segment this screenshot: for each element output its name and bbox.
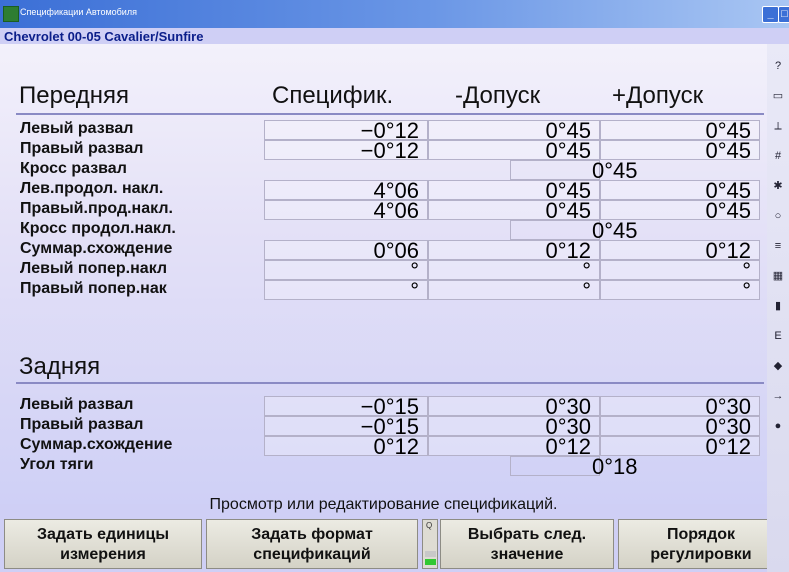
front-plus-tol-value[interactable]: 0°45 bbox=[600, 120, 760, 142]
vehicle-title: Chevrolet 00-05 Cavalier/Sunfire bbox=[4, 29, 204, 44]
front-row-label: Правый развал bbox=[20, 140, 144, 157]
flag-icon[interactable]: ▮ bbox=[769, 294, 787, 318]
rear-row-label: Угол тяги bbox=[20, 456, 94, 473]
spec-value-icon[interactable]: # bbox=[769, 144, 787, 168]
range-icon[interactable]: ≡ bbox=[769, 234, 787, 258]
rear-spec-value[interactable]: 0°12 bbox=[264, 436, 428, 458]
set-spec-format-line2: спецификаций bbox=[253, 546, 371, 563]
front-spec-value[interactable]: ° bbox=[264, 260, 428, 282]
measure-icon[interactable]: ⟂ bbox=[769, 114, 787, 138]
front-plus-tol-value[interactable]: 0°12 bbox=[600, 240, 760, 262]
rear-plus-tol-value[interactable]: 0°30 bbox=[600, 396, 760, 418]
rear-row-label: Правый развал bbox=[20, 416, 144, 433]
rear-plus-tol-value[interactable]: 0°30 bbox=[600, 416, 760, 438]
calendar-icon[interactable]: ▦ bbox=[769, 264, 787, 288]
front-minus-tol-value[interactable]: 0°12 bbox=[428, 240, 600, 262]
select-next-line1: Выбрать след. bbox=[467, 526, 587, 543]
front-row-label: Суммар.схождение bbox=[20, 240, 173, 257]
front-spec-value[interactable]: 4°06 bbox=[264, 200, 428, 222]
progress-label: Q bbox=[426, 521, 433, 530]
window-title: Спецификации Автомобиля bbox=[20, 7, 137, 17]
front-row-label: Лев.продол. накл. bbox=[20, 180, 164, 197]
front-spec-value[interactable]: 4°06 bbox=[264, 180, 428, 202]
adjustment-order-line2: регулировки bbox=[650, 546, 752, 563]
rear-minus-tol-value[interactable]: 0°30 bbox=[428, 416, 600, 438]
front-minus-tol-value[interactable]: 0°45 bbox=[428, 140, 600, 162]
col-plus-tol-header: +Допуск bbox=[612, 82, 704, 109]
right-toolbar: ? ▭ ⟂ # ✱ ○ ≡ ▦ ▮ E ◆ → ● bbox=[767, 44, 789, 572]
wrench-icon[interactable]: ✱ bbox=[769, 174, 787, 198]
front-plus-tol-value[interactable]: 0°45 bbox=[600, 200, 760, 222]
front-spec-value[interactable]: 0°06 bbox=[264, 240, 428, 262]
window-titlebar: Спецификации Автомобиля _ □ bbox=[0, 0, 789, 28]
quality-progress-indicator: Q bbox=[422, 519, 438, 569]
e-icon[interactable]: E bbox=[769, 324, 787, 348]
front-minus-tol-value[interactable]: ° bbox=[428, 280, 600, 302]
adjustment-order-line1: Порядок bbox=[666, 526, 736, 543]
front-minus-tol-value[interactable]: 0°45 bbox=[428, 120, 600, 142]
front-plus-tol-value[interactable]: ° bbox=[600, 260, 760, 282]
rear-divider bbox=[16, 382, 764, 384]
select-next-line2: значение bbox=[490, 546, 564, 563]
front-row-label: Правый попер.нак bbox=[20, 280, 167, 297]
col-minus-tol-header: -Допуск bbox=[455, 82, 541, 109]
app-icon bbox=[3, 6, 19, 22]
front-spec-value[interactable]: ° bbox=[264, 280, 428, 302]
monitor-icon[interactable]: ▭ bbox=[769, 84, 787, 108]
set-units-line1: Задать единицы bbox=[37, 526, 169, 543]
set-units-button[interactable]: Задать единицы измерения bbox=[4, 519, 202, 569]
front-row-label: Левый попер.накл bbox=[20, 260, 168, 277]
export-icon[interactable]: → bbox=[769, 384, 787, 408]
rear-spec-value[interactable]: −0°15 bbox=[264, 416, 428, 438]
car-icon[interactable]: ◆ bbox=[769, 354, 787, 378]
rear-cross-value[interactable]: 0°18 bbox=[592, 454, 638, 480]
front-plus-tol-value[interactable]: ° bbox=[600, 280, 760, 302]
rear-minus-tol-value[interactable]: 0°12 bbox=[428, 436, 600, 458]
rear-minus-tol-value[interactable]: 0°30 bbox=[428, 396, 600, 418]
col-spec-header: Специфик. bbox=[272, 82, 394, 109]
wheel-icon[interactable]: ○ bbox=[769, 204, 787, 228]
adjustment-order-button[interactable]: Порядок регулировки bbox=[618, 519, 784, 569]
maximize-button[interactable]: □ bbox=[778, 6, 789, 23]
select-next-value-button[interactable]: Выбрать след. значение bbox=[440, 519, 614, 569]
status-message: Просмотр или редактирование спецификаций… bbox=[209, 496, 558, 513]
front-minus-tol-value[interactable]: ° bbox=[428, 260, 600, 282]
front-minus-tol-value[interactable]: 0°45 bbox=[428, 200, 600, 222]
rear-plus-tol-value[interactable]: 0°12 bbox=[600, 436, 760, 458]
globe-icon[interactable]: ● bbox=[769, 414, 787, 438]
set-units-line2: измерения bbox=[60, 546, 146, 563]
front-spec-value[interactable]: −0°12 bbox=[264, 120, 428, 142]
front-minus-tol-value[interactable]: 0°45 bbox=[428, 180, 600, 202]
progress-empty-segment bbox=[425, 551, 436, 557]
minimize-button[interactable]: _ bbox=[762, 6, 779, 23]
set-spec-format-button[interactable]: Задать формат спецификаций bbox=[206, 519, 418, 569]
front-spec-value[interactable]: −0°12 bbox=[264, 140, 428, 162]
front-row-label: Кросс продол.накл. bbox=[20, 220, 176, 237]
front-row-label: Левый развал bbox=[20, 120, 134, 137]
progress-fill bbox=[425, 559, 436, 565]
rear-heading: Задняя bbox=[19, 353, 101, 380]
front-heading: Передняя bbox=[19, 82, 130, 109]
rear-row-label: Суммар.схождение bbox=[20, 436, 173, 453]
front-cross-cell bbox=[510, 220, 600, 240]
front-divider bbox=[16, 113, 764, 115]
rear-row-label: Левый развал bbox=[20, 396, 134, 413]
front-plus-tol-value[interactable]: 0°45 bbox=[600, 140, 760, 162]
set-spec-format-line1: Задать формат bbox=[251, 526, 373, 543]
help-icon[interactable]: ? bbox=[769, 54, 787, 78]
rear-spec-value[interactable]: −0°15 bbox=[264, 396, 428, 418]
front-row-label: Правый.прод.накл. bbox=[20, 200, 173, 217]
front-plus-tol-value[interactable]: 0°45 bbox=[600, 180, 760, 202]
front-cross-cell bbox=[510, 160, 600, 180]
front-row-label: Кросс развал bbox=[20, 160, 127, 177]
rear-cross-cell bbox=[510, 456, 600, 476]
